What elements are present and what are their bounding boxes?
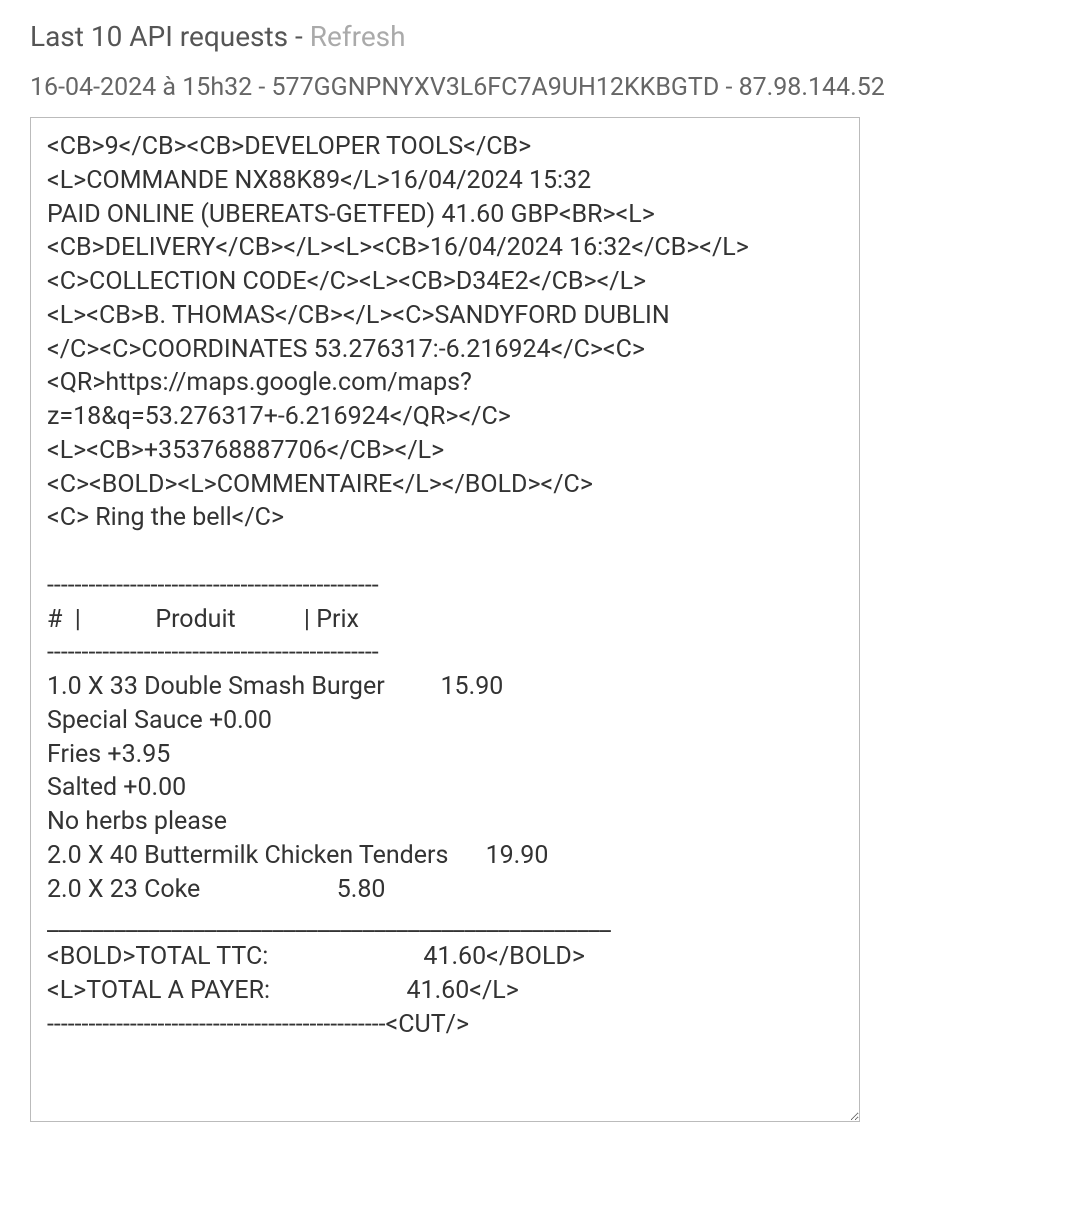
request-meta-line: 16-04-2024 à 15h32 - 577GGNPNYXV3L6FC7A9… xyxy=(30,73,1054,102)
refresh-link[interactable]: Refresh xyxy=(310,20,406,53)
receipt-content-box[interactable]: <CB>9</CB><CB>DEVELOPER TOOLS</CB> <L>CO… xyxy=(30,117,860,1122)
page-heading: Last 10 API requests - Refresh xyxy=(30,20,1054,53)
heading-title: Last 10 API requests - xyxy=(30,20,310,53)
